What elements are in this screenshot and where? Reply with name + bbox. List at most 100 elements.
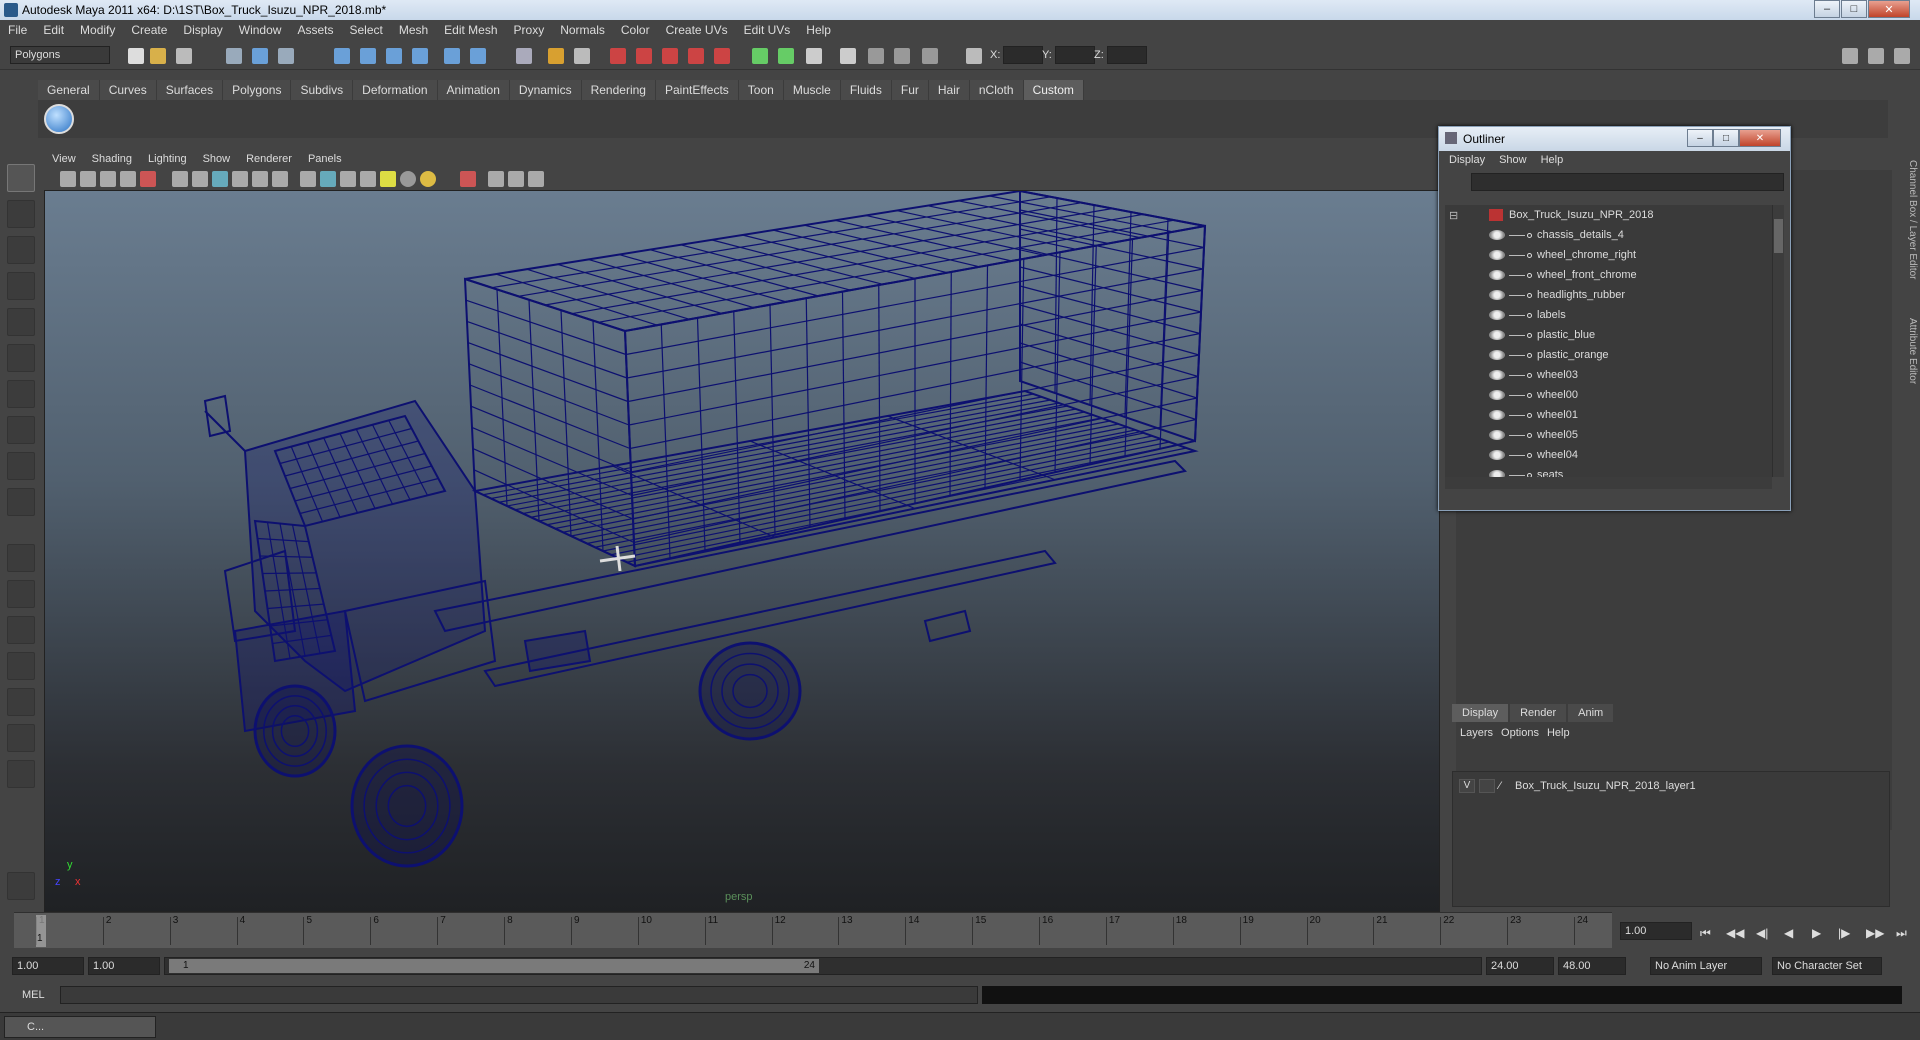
viewport-menu-shading[interactable]: Shading [84,153,140,165]
shelf-tab-curves[interactable]: Curves [99,80,157,100]
select-tool-icon[interactable] [7,164,35,192]
layer-menu-layers[interactable]: Layers [1460,727,1501,739]
menu-edit-uvs[interactable]: Edit UVs [736,23,799,37]
outliner-item[interactable]: wheel_chrome_right [1489,245,1636,265]
layer-menu-help[interactable]: Help [1547,727,1578,739]
wireframe-icon[interactable] [300,171,316,187]
menu-file[interactable]: File [0,23,35,37]
wireframe-on-shaded-icon[interactable] [340,171,356,187]
four-view-layout-icon[interactable] [7,580,35,608]
last-tool-icon[interactable] [7,488,35,516]
paint-select-tool-icon[interactable] [7,236,35,264]
custom-shelf-button-icon[interactable] [44,104,74,134]
menu-display[interactable]: Display [175,23,230,37]
xray-joints-icon[interactable] [508,171,524,187]
outliner-item[interactable]: wheel03 [1489,365,1578,385]
z-field[interactable] [1107,46,1147,64]
input-line-icon[interactable] [752,48,768,64]
viewport-menu-show[interactable]: Show [195,153,239,165]
menu-edit-mesh[interactable]: Edit Mesh [436,23,505,37]
menu-color[interactable]: Color [613,23,658,37]
isolate-select-icon[interactable] [460,171,476,187]
shelf-tab-toon[interactable]: Toon [738,80,784,100]
render-settings-icon[interactable] [688,48,704,64]
snap-curve-icon[interactable] [360,48,376,64]
maya-logo-button-icon[interactable] [7,872,35,900]
taskbar-item[interactable]: C... [4,1016,156,1038]
shelf-tab-surfaces[interactable]: Surfaces [156,80,224,100]
menu-select[interactable]: Select [341,23,390,37]
transform-mode-icon[interactable] [966,48,982,64]
outliner-scroll-thumb[interactable] [1774,219,1783,253]
step-forward-frame-icon[interactable]: |▶ [1838,926,1850,940]
menu-mesh[interactable]: Mesh [391,23,436,37]
command-language-label[interactable]: MEL [22,989,45,1001]
outliner-title-bar[interactable]: Outliner – □ ✕ [1439,127,1790,151]
select-hierarchy-icon[interactable] [226,48,242,64]
shelf-tab-fluids[interactable]: Fluids [840,80,892,100]
help-icon[interactable] [516,48,532,64]
outliner-menu-show[interactable]: Show [1499,154,1541,166]
outliner-horizontal-scrollbar[interactable] [1445,477,1772,489]
shelf-tab-deformation[interactable]: Deformation [353,80,438,100]
textured-icon[interactable] [360,171,376,187]
xray-components-icon[interactable] [528,171,544,187]
attribute-editor-icon[interactable] [806,48,822,64]
outliner-vertical-scrollbar[interactable] [1772,205,1784,477]
play-backward-icon[interactable]: ◀ [1784,926,1793,940]
outliner-item[interactable]: plastic_blue [1489,325,1595,345]
outliner-menu-display[interactable]: Display [1449,154,1499,166]
shelf-tab-subdivs[interactable]: Subdivs [291,80,354,100]
save-scene-icon[interactable] [176,48,192,64]
side-tab-channel-box[interactable]: Channel Box / Layer Editor [1900,160,1918,310]
use-all-lights-icon[interactable] [380,171,396,187]
step-forward-key-icon[interactable]: ▶▶ [1866,926,1884,940]
menu-help[interactable]: Help [798,23,839,37]
channel-box-icon[interactable] [868,48,884,64]
film-gate-icon[interactable] [192,171,208,187]
outliner-item[interactable]: wheel01 [1489,405,1578,425]
bookmark-icon[interactable] [100,171,116,187]
hypershade-icon[interactable] [714,48,730,64]
move-tool-icon[interactable] [7,272,35,300]
outliner-item[interactable]: chassis_details_4 [1489,225,1624,245]
viewport-menu-renderer[interactable]: Renderer [238,153,300,165]
maximize-button[interactable]: □ [1841,0,1867,18]
anim-layer-dropdown[interactable]: No Anim Layer [1650,957,1762,975]
range-slider[interactable]: 1 24 [164,957,1482,975]
command-input[interactable] [60,986,978,1004]
soft-mod-tool-icon[interactable] [7,416,35,444]
camera-select-icon[interactable] [60,171,76,187]
layer-color-swatch[interactable]: ⁄ [1499,780,1513,792]
image-plane-icon[interactable] [120,171,136,187]
shelf-tab-hair[interactable]: Hair [928,80,970,100]
character-set-dropdown[interactable]: No Character Set [1772,957,1882,975]
shelf-tab-general[interactable]: General [38,80,100,100]
animation-end-field[interactable]: 48.00 [1558,957,1626,975]
grid-toggle-icon[interactable] [172,171,188,187]
current-frame-field[interactable]: 1.00 [1620,922,1692,940]
truck-wireframe-model[interactable] [45,191,1440,912]
go-to-start-icon[interactable]: ⏮ [1700,926,1711,941]
layer-playback-toggle[interactable] [1479,779,1495,793]
play-forward-icon[interactable]: ▶ [1812,926,1821,940]
resolution-gate-icon[interactable] [212,171,228,187]
layer-tab-anim[interactable]: Anim [1568,704,1614,722]
persp-uv-layout-icon[interactable] [7,724,35,752]
layer-visibility-toggle[interactable]: V [1459,779,1475,793]
construction-icon[interactable] [574,48,590,64]
outliner-close-button[interactable]: ✕ [1739,129,1781,147]
outliner-menu-help[interactable]: Help [1541,154,1578,166]
render-frame-icon[interactable] [636,48,652,64]
viewport-menu-lighting[interactable]: Lighting [140,153,195,165]
layer-name[interactable]: Box_Truck_Isuzu_NPR_2018_layer1 [1515,780,1696,792]
side-tab-attribute-editor[interactable]: Attribute Editor [1900,318,1918,428]
layer-menu-options[interactable]: Options [1501,727,1547,739]
shadows-icon[interactable] [400,171,416,187]
shelf-tab-fur[interactable]: Fur [891,80,929,100]
layer-row[interactable]: V ⁄ Box_Truck_Isuzu_NPR_2018_layer1 [1459,778,1696,794]
shelf-tab-dynamics[interactable]: Dynamics [509,80,582,100]
tool-settings-icon[interactable] [840,48,856,64]
layer-tab-render[interactable]: Render [1510,704,1567,722]
panel-layout-icon[interactable] [1842,48,1858,64]
